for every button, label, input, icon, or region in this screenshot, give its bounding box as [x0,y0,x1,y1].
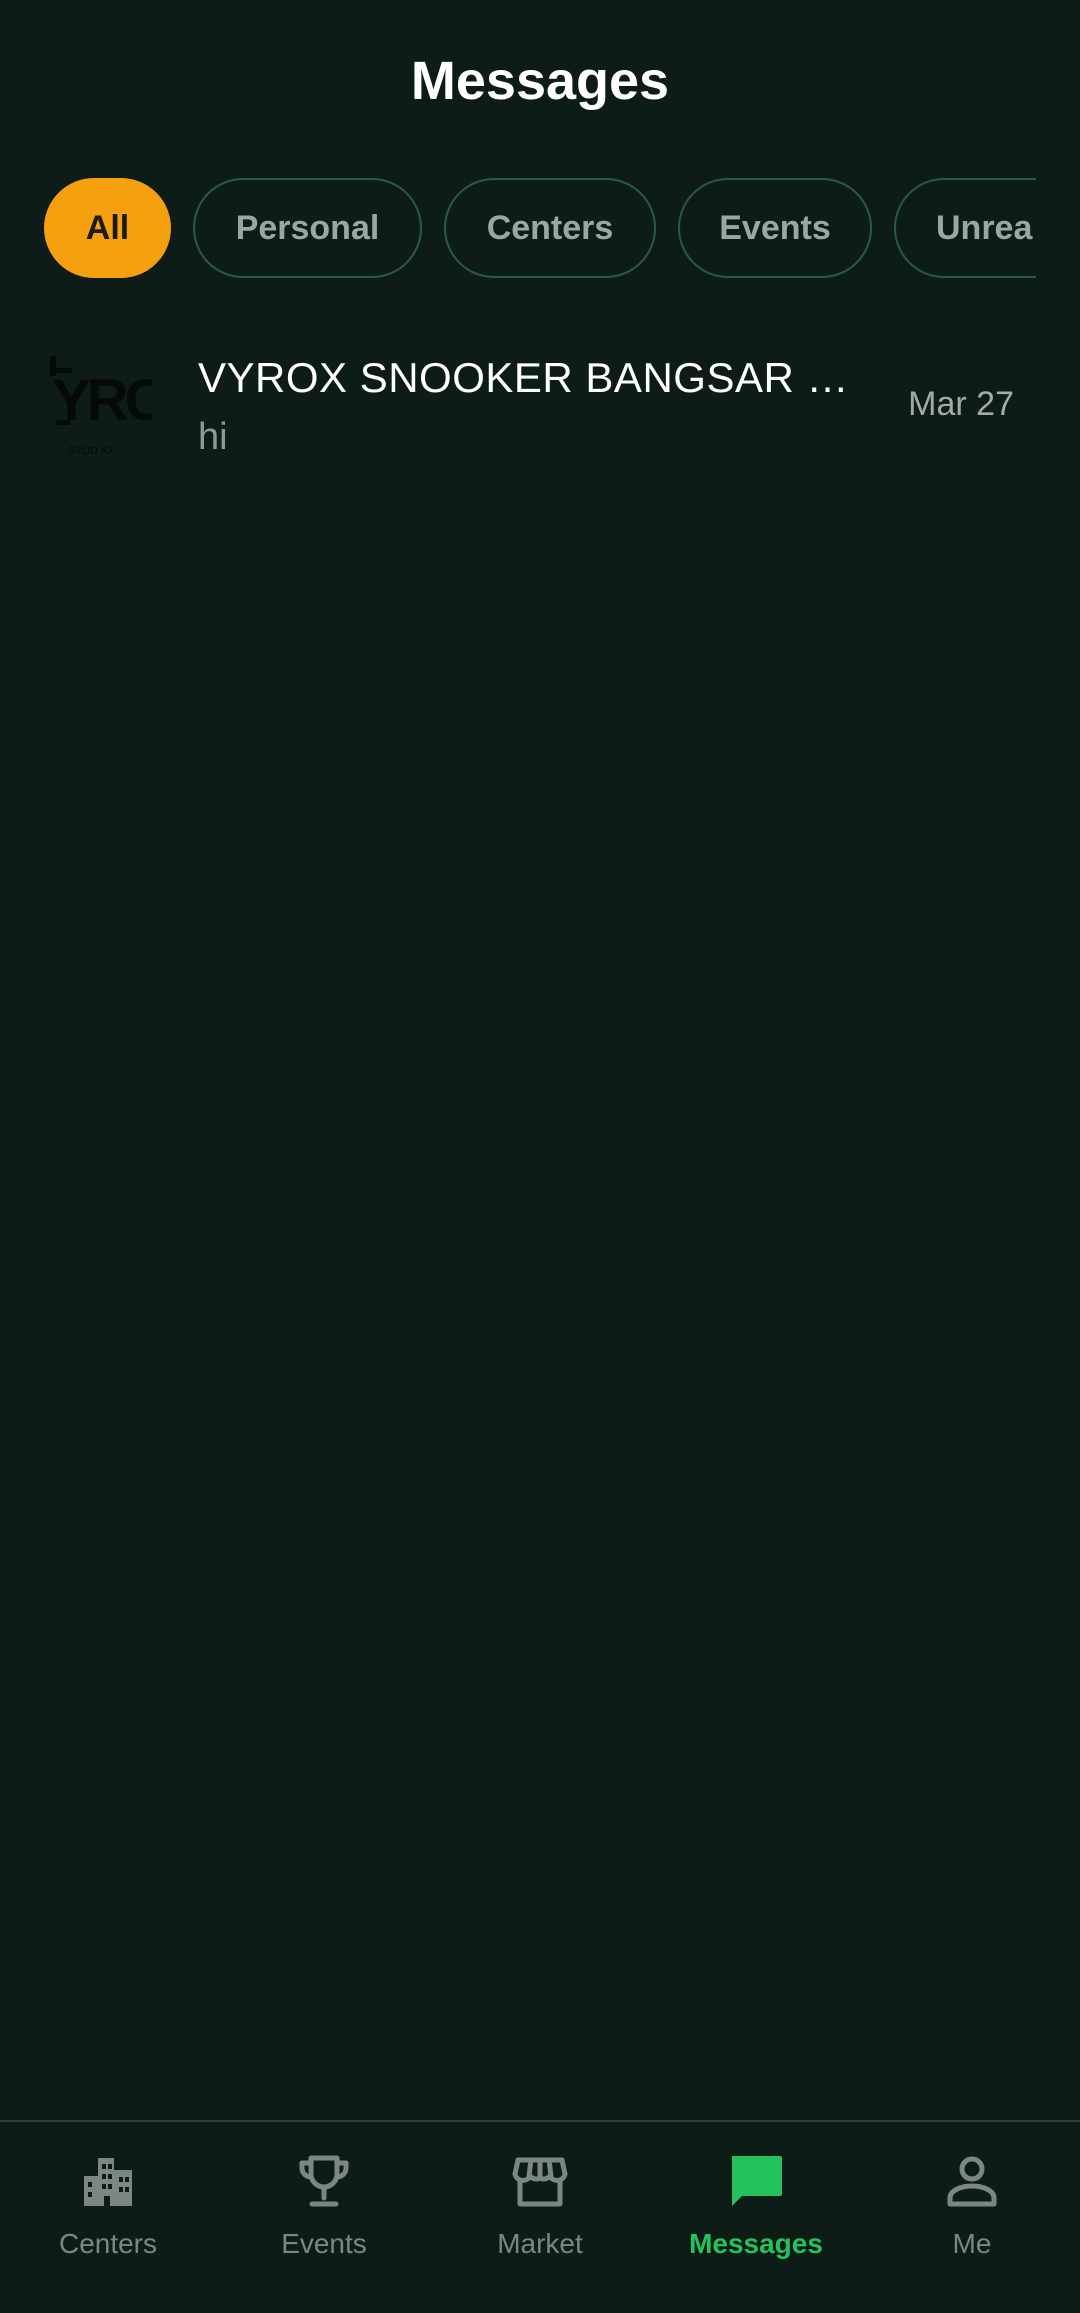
filter-chip-centers[interactable]: Centers [444,178,656,278]
nav-item-centers[interactable]: Centers [0,2152,216,2292]
nav-label-market: Market [497,2228,583,2259]
vyrox-logo-icon: YRC STUD IO [44,350,152,458]
filter-chip-personal[interactable]: Personal [193,178,422,278]
conversation-name: VYROX SNOOKER BANGSAR C… [198,354,858,401]
person-icon [947,2156,997,2207]
building-icon [84,2158,132,2206]
svg-text:STUD IO: STUD IO [68,445,113,457]
nav-label-events: Events [281,2228,367,2259]
nav-item-market[interactable]: Market [432,2152,648,2292]
nav-item-me[interactable]: Me [864,2152,1080,2292]
conversation-item[interactable]: YRC STUD IO VYROX SNOOKER BANGSAR C… hi … [0,330,1080,480]
filter-chips: All Personal Centers Events Unrea [44,178,1036,282]
filter-chip-all[interactable]: All [44,178,171,278]
bottom-nav: Centers Events Market Messages Me [0,2120,1080,2313]
nav-label-me: Me [952,2228,992,2259]
filter-chip-unread[interactable]: Unrea [894,178,1036,278]
conversation-avatar: YRC STUD IO [44,350,152,458]
conversation-date: Mar 27 [908,385,1014,423]
nav-label-messages: Messages [689,2228,823,2259]
nav-item-messages[interactable]: Messages [648,2152,864,2292]
header: Messages [0,0,1080,160]
chat-icon [732,2156,782,2206]
trophy-icon [299,2155,349,2207]
nav-label-centers: Centers [58,2228,158,2259]
page-title: Messages [410,51,670,111]
filter-chip-events[interactable]: Events [678,178,872,278]
conversation-preview: hi [198,416,228,458]
svg-text:YRC: YRC [52,368,152,433]
nav-item-events[interactable]: Events [216,2152,432,2292]
store-icon [512,2157,568,2207]
